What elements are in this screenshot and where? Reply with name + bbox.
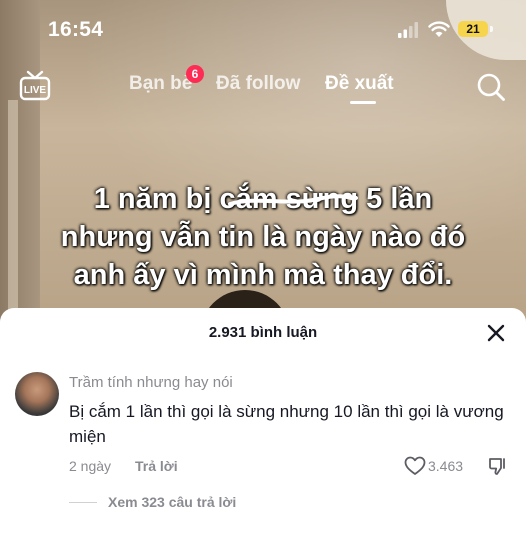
comments-sheet: 2.931 bình luận Trầm tính nhưng hay nói … bbox=[0, 308, 526, 534]
comment-username[interactable]: Trầm tính nhưng hay nói bbox=[69, 374, 233, 391]
dislike-icon[interactable] bbox=[488, 456, 508, 476]
battery-cap bbox=[490, 26, 493, 32]
tab-friends[interactable]: Bạn bè bbox=[129, 73, 192, 95]
caption-strike-scribble bbox=[228, 194, 358, 206]
caption-line: nhưng vẫn tin là ngày nào đó bbox=[60, 221, 466, 253]
replies-divider bbox=[69, 502, 97, 503]
reply-button[interactable]: Trả lời bbox=[135, 458, 178, 474]
tab-for-you[interactable]: Đề xuất bbox=[325, 73, 394, 95]
battery-indicator: 21 bbox=[458, 21, 488, 37]
tab-following[interactable]: Đã follow bbox=[216, 73, 300, 95]
heart-icon[interactable] bbox=[404, 456, 426, 476]
svg-text:LIVE: LIVE bbox=[24, 85, 47, 96]
comment-count: 2.931 bình luận bbox=[208, 324, 318, 341]
video-door-frame bbox=[8, 100, 18, 320]
top-nav: LIVE Bạn bè 6 Đã follow Đề xuất bbox=[0, 60, 526, 110]
wifi-icon bbox=[428, 21, 450, 37]
signal-icon bbox=[398, 22, 418, 38]
status-time: 16:54 bbox=[48, 18, 104, 41]
live-icon[interactable]: LIVE bbox=[18, 68, 52, 102]
close-icon[interactable] bbox=[486, 323, 506, 343]
status-bar: 16:54 21 bbox=[0, 0, 526, 60]
caption-line: anh ấy vì mình mà thay đổi. bbox=[73, 259, 453, 291]
active-tab-indicator bbox=[350, 101, 376, 104]
comment-text: Bị cắm 1 lần thì gọi là sừng nhưng 10 lầ… bbox=[69, 402, 504, 446]
friends-badge: 6 bbox=[186, 65, 204, 83]
comment-age: 2 ngày bbox=[69, 458, 112, 474]
avatar[interactable] bbox=[15, 372, 59, 416]
search-icon[interactable] bbox=[476, 72, 506, 102]
view-replies-button[interactable]: Xem 323 câu trả lời bbox=[108, 494, 236, 510]
like-count: 3.463 bbox=[428, 458, 464, 474]
